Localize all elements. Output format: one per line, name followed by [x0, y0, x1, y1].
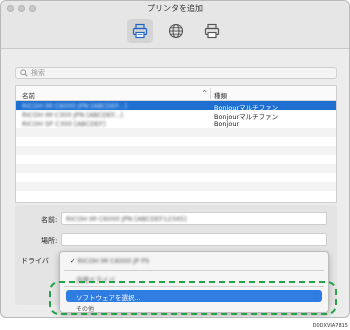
checkmark-icon: ✓ [70, 257, 78, 265]
printer-windows-icon [204, 23, 220, 39]
search-placeholder: 検索 [31, 69, 45, 77]
window-title: プリンタを追加 [147, 4, 203, 13]
name-value: RICOH IM C6000 JPN [ABCDEF12345] [66, 215, 187, 223]
table-header: 名前 ^ 種類 [16, 86, 336, 101]
name-field[interactable]: RICOH IM C6000 JPN [ABCDEF12345] [61, 212, 327, 225]
printer-kind: Bonjour [214, 120, 240, 128]
printer-name: RICOH IM C6000 JPN [ABCDEF...] [22, 102, 127, 110]
column-header-kind[interactable]: 種類 [214, 90, 227, 100]
empty-row [16, 173, 336, 182]
printer-name: RICOH IM C300 JPN [ABCDEF...] [22, 111, 123, 119]
printer-list: 名前 ^ 種類 RICOH IM C6000 JPN [ABCDEF...] B… [15, 85, 337, 203]
highlight-frame [49, 281, 337, 315]
name-label: 名前: [41, 216, 58, 224]
document-id: D0DXVIA7815 [312, 323, 348, 329]
globe-icon [168, 23, 184, 39]
empty-row [16, 155, 336, 164]
table-row[interactable]: RICOH IM C6000 JPN [ABCDEF...] Bonjourマル… [16, 101, 336, 112]
printer-name: RICOH SP C300 [ABCDEF] [22, 120, 106, 128]
printer-icon [132, 23, 148, 39]
location-field[interactable] [61, 233, 327, 246]
tab-default-printer[interactable] [127, 19, 153, 43]
empty-row [16, 128, 336, 137]
tab-windows-printer[interactable] [199, 19, 225, 43]
title-bar: プリンタを追加 [1, 1, 349, 15]
toolbar [1, 15, 349, 49]
sort-chevron-icon[interactable]: ^ [202, 90, 207, 97]
location-label: 場所: [41, 237, 58, 245]
empty-row [16, 164, 336, 173]
tab-ip-printer[interactable] [163, 19, 189, 43]
column-header-name[interactable]: 名前 [22, 90, 35, 100]
search-field[interactable]: 検索 [15, 67, 337, 79]
checked-driver-label: RICOH IM C6000 JP PS [77, 257, 150, 265]
driver-label: ドライバ [21, 257, 49, 265]
empty-row [16, 182, 336, 191]
column-divider [210, 88, 211, 99]
table-row[interactable]: RICOH IM C300 JPN [ABCDEF...] Bonjourマルチ… [16, 110, 336, 121]
search-icon [20, 69, 28, 77]
menu-item-checked-driver[interactable]: ✓ RICOH IM C6000 JP PS [66, 255, 322, 267]
add-printer-window: プリンタを追加 検索 名前 ^ 種類 RICOH IM C6000 JPN [A… [0, 0, 350, 318]
menu-divider [64, 270, 324, 271]
empty-row [16, 146, 336, 155]
empty-row [16, 137, 336, 146]
table-row[interactable]: RICOH SP C300 [ABCDEF] Bonjour [16, 119, 336, 128]
empty-row [16, 191, 336, 200]
